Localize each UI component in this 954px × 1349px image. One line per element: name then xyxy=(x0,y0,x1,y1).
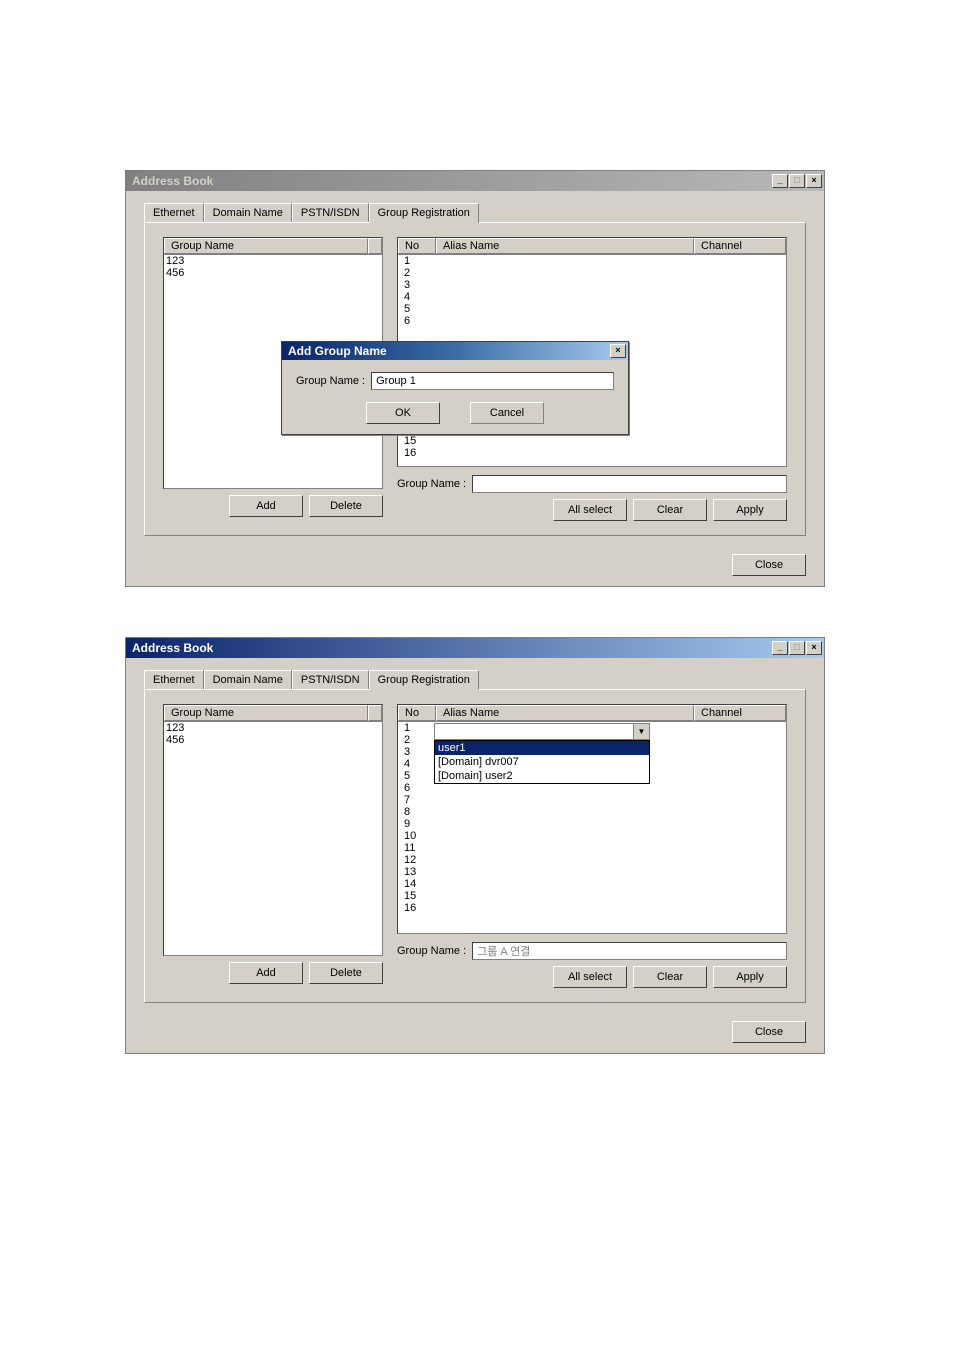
close-button[interactable]: × xyxy=(806,641,822,655)
close-window-button[interactable]: Close xyxy=(732,554,806,576)
tab-strip: Ethernet Domain Name PSTN/ISDN Group Reg… xyxy=(144,203,806,223)
list-item[interactable]: 123 xyxy=(166,722,380,734)
add-group-name-dialog: Add Group Name × Group Name : OK Cancel xyxy=(281,341,629,435)
ok-button[interactable]: OK xyxy=(366,402,440,424)
combo-value xyxy=(435,724,633,739)
table-row[interactable]: 12 xyxy=(400,854,784,866)
table-row[interactable]: 6 xyxy=(400,315,784,327)
table-row[interactable]: 1 xyxy=(400,255,784,267)
alias-combobox[interactable]: ▼ xyxy=(434,723,650,740)
window-title: Address Book xyxy=(132,174,213,188)
minimize-button[interactable]: _ xyxy=(772,641,788,655)
chevron-down-icon[interactable]: ▼ xyxy=(633,724,649,739)
table-row[interactable]: 13 xyxy=(400,866,784,878)
col-spacer xyxy=(368,705,382,721)
table-row[interactable]: 9 xyxy=(400,818,784,830)
col-channel[interactable]: Channel xyxy=(694,238,786,254)
group-name-label: Group Name : xyxy=(397,945,466,957)
col-no[interactable]: No xyxy=(398,238,436,254)
dialog-title: Add Group Name xyxy=(288,344,387,358)
table-row[interactable]: 16 xyxy=(400,447,784,459)
close-button[interactable]: × xyxy=(806,174,822,188)
dropdown-option[interactable]: [Domain] user2 xyxy=(435,769,649,783)
table-row[interactable]: 14 xyxy=(400,878,784,890)
dropdown-option[interactable]: user1 xyxy=(435,741,649,755)
col-no[interactable]: No xyxy=(398,705,436,721)
maximize-button[interactable]: □ xyxy=(789,641,805,655)
table-row[interactable]: 15 xyxy=(400,435,784,447)
list-item[interactable]: 456 xyxy=(166,267,380,279)
col-group-name[interactable]: Group Name xyxy=(164,705,368,721)
col-alias-name[interactable]: Alias Name xyxy=(436,705,694,721)
tab-pstn-isdn[interactable]: PSTN/ISDN xyxy=(292,203,369,223)
titlebar[interactable]: Address Book _ □ × xyxy=(126,171,824,191)
titlebar[interactable]: Address Book _ □ × xyxy=(126,638,824,658)
add-button[interactable]: Add xyxy=(229,962,303,984)
col-alias-name[interactable]: Alias Name xyxy=(436,238,694,254)
group-name-label: Group Name : xyxy=(397,478,466,490)
list-item[interactable]: 456 xyxy=(166,734,380,746)
all-select-button[interactable]: All select xyxy=(553,966,627,988)
table-row[interactable]: 5 xyxy=(400,303,784,315)
alias-dropdown-list[interactable]: user1 [Domain] dvr007 [Domain] user2 xyxy=(434,740,650,784)
alias-list[interactable]: No Alias Name Channel 1 2 3 4 5 6 7 xyxy=(397,704,787,934)
address-book-window-2: Address Book _ □ × Ethernet Domain Name … xyxy=(125,637,825,1054)
dialog-close-icon[interactable]: × xyxy=(610,344,626,358)
delete-button[interactable]: Delete xyxy=(309,962,383,984)
window-title: Address Book xyxy=(132,641,213,655)
group-name-field[interactable] xyxy=(472,475,787,493)
tab-domain-name[interactable]: Domain Name xyxy=(204,670,292,690)
group-name-list[interactable]: Group Name 123 456 xyxy=(163,704,383,956)
col-channel[interactable]: Channel xyxy=(694,705,786,721)
clear-button[interactable]: Clear xyxy=(633,966,707,988)
tab-domain-name[interactable]: Domain Name xyxy=(204,203,292,223)
table-row[interactable]: 3 xyxy=(400,279,784,291)
apply-button[interactable]: Apply xyxy=(713,499,787,521)
apply-button[interactable]: Apply xyxy=(713,966,787,988)
table-row[interactable]: 10 xyxy=(400,830,784,842)
tab-strip: Ethernet Domain Name PSTN/ISDN Group Reg… xyxy=(144,670,806,690)
list-item[interactable]: 123 xyxy=(166,255,380,267)
table-row[interactable]: 8 xyxy=(400,806,784,818)
tab-group-registration[interactable]: Group Registration xyxy=(369,670,479,690)
cancel-button[interactable]: Cancel xyxy=(470,402,544,424)
dropdown-option[interactable]: [Domain] dvr007 xyxy=(435,755,649,769)
all-select-button[interactable]: All select xyxy=(553,499,627,521)
table-row[interactable]: 7 xyxy=(400,794,784,806)
table-row[interactable]: 11 xyxy=(400,842,784,854)
tab-ethernet[interactable]: Ethernet xyxy=(144,670,204,690)
group-name-field[interactable] xyxy=(472,942,787,960)
modal-group-name-input[interactable] xyxy=(371,372,614,390)
close-window-button[interactable]: Close xyxy=(732,1021,806,1043)
delete-button[interactable]: Delete xyxy=(309,495,383,517)
col-spacer xyxy=(368,238,382,254)
tab-group-registration[interactable]: Group Registration xyxy=(369,203,479,223)
table-row[interactable]: 2 xyxy=(400,267,784,279)
dialog-titlebar[interactable]: Add Group Name × xyxy=(282,342,628,360)
table-row[interactable]: 15 xyxy=(400,890,784,902)
col-group-name[interactable]: Group Name xyxy=(164,238,368,254)
modal-group-name-label: Group Name : xyxy=(296,375,365,387)
address-book-window-1: Address Book _ □ × Ethernet Domain Name … xyxy=(125,170,825,587)
table-row[interactable]: 16 xyxy=(400,902,784,914)
table-row[interactable]: 4 xyxy=(400,291,784,303)
maximize-button[interactable]: □ xyxy=(789,174,805,188)
tab-ethernet[interactable]: Ethernet xyxy=(144,203,204,223)
clear-button[interactable]: Clear xyxy=(633,499,707,521)
add-button[interactable]: Add xyxy=(229,495,303,517)
tab-pstn-isdn[interactable]: PSTN/ISDN xyxy=(292,670,369,690)
minimize-button[interactable]: _ xyxy=(772,174,788,188)
